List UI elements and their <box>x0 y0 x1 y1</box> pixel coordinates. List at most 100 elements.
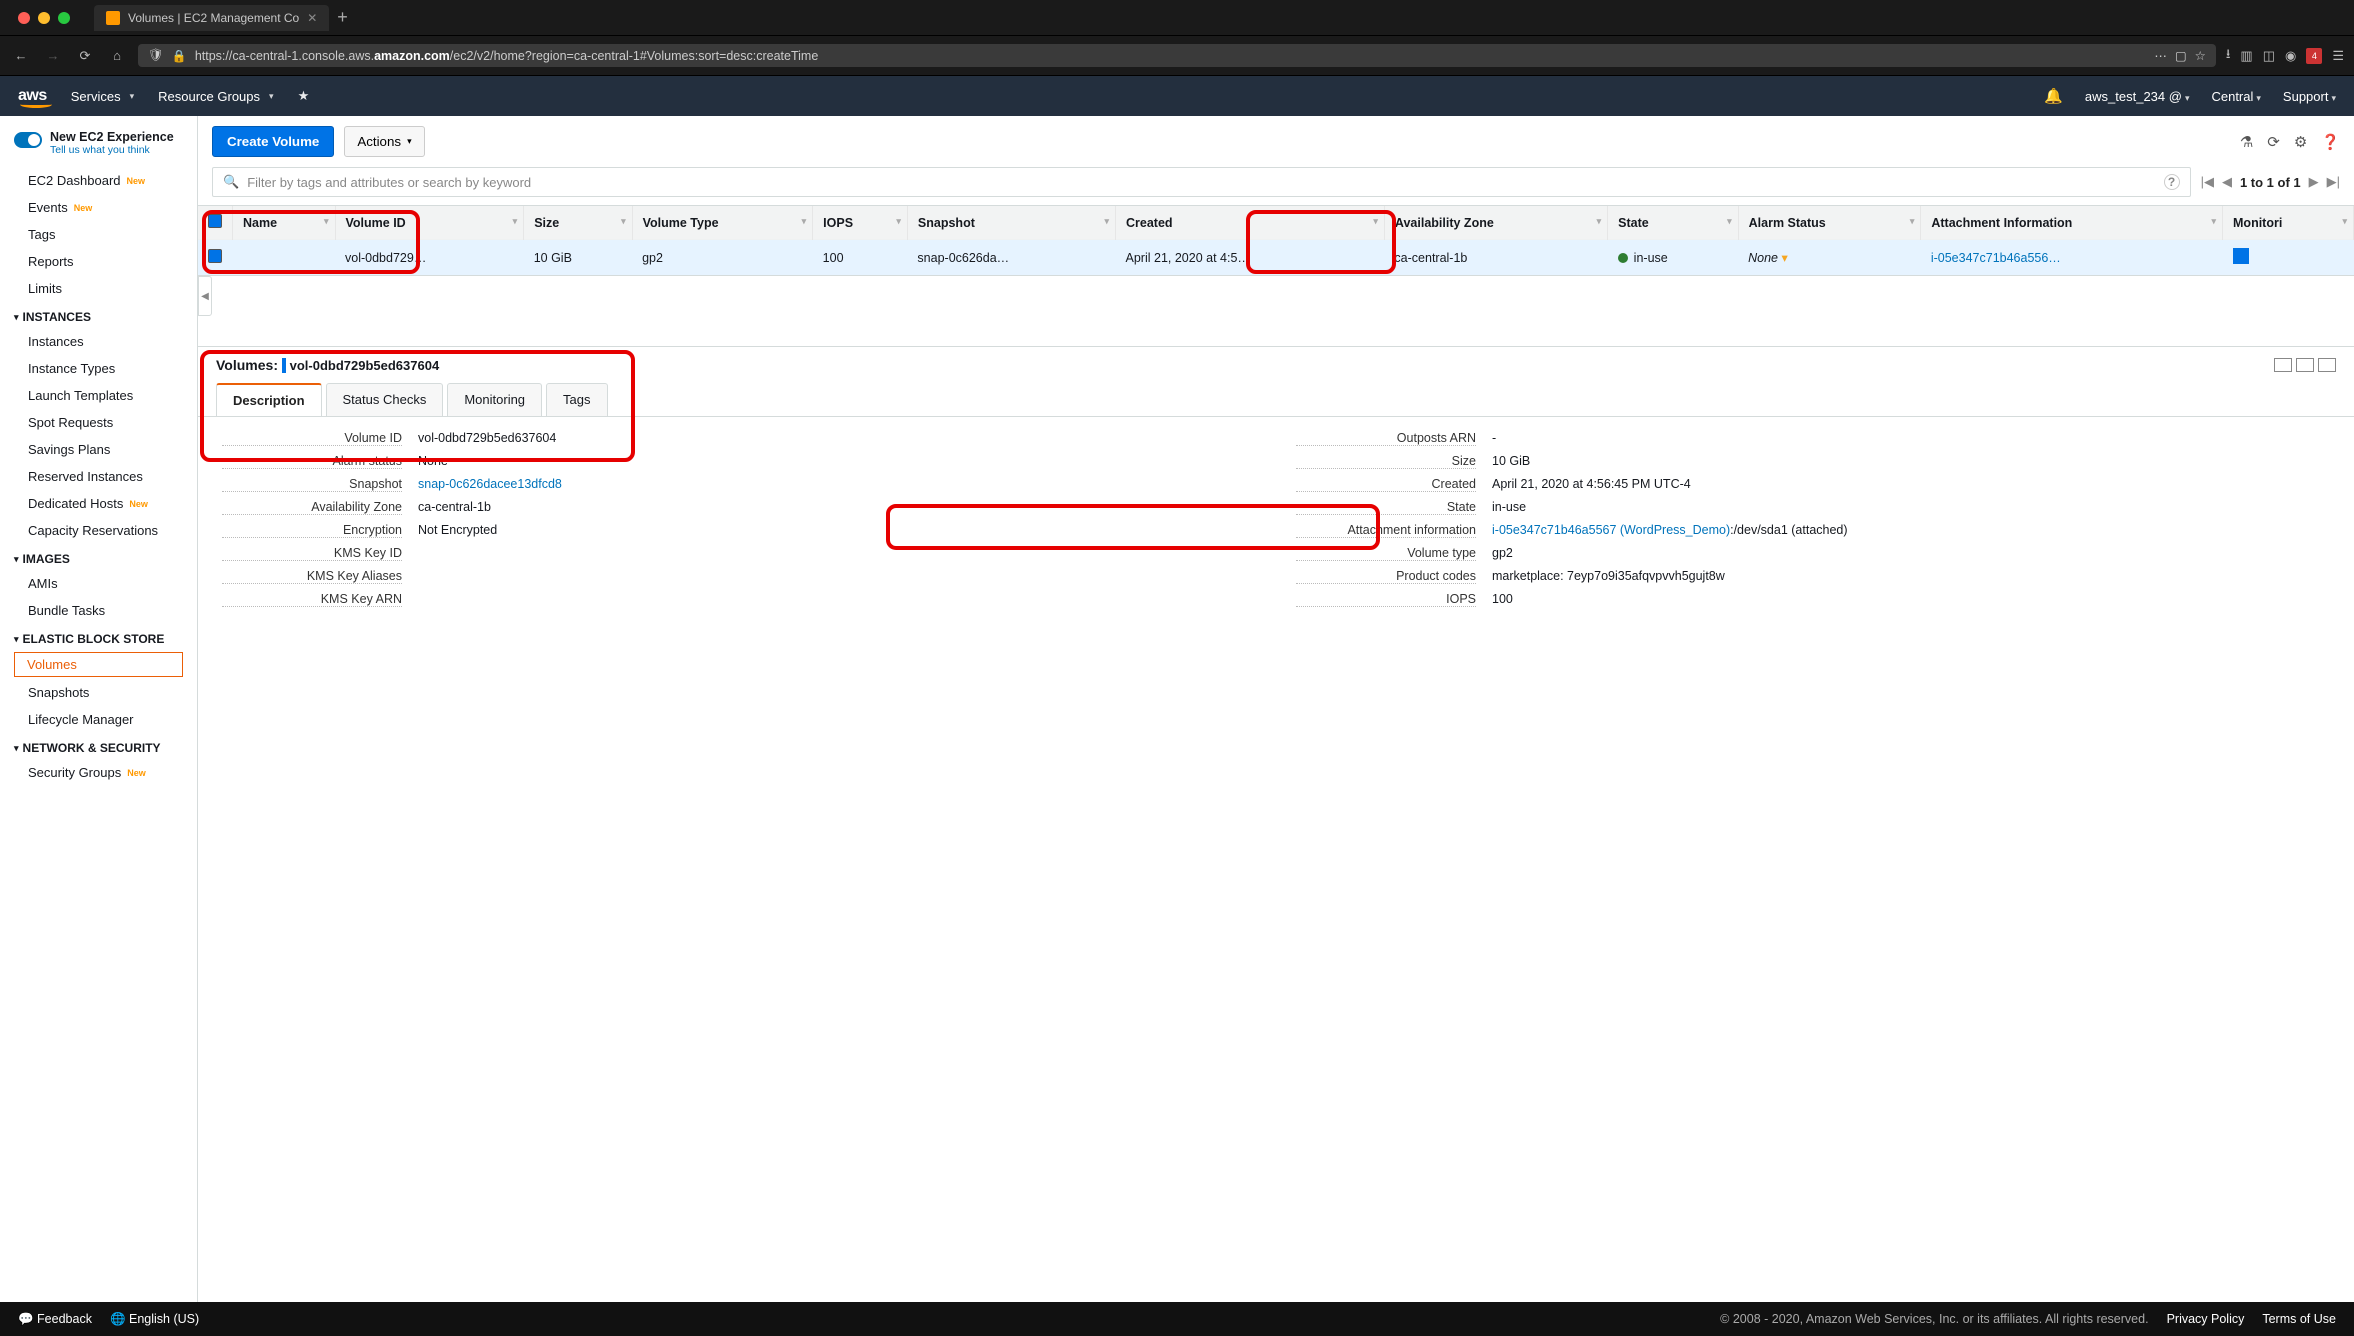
region-menu[interactable]: Central <box>2211 89 2260 104</box>
pin-icon[interactable]: ★ <box>298 88 310 104</box>
sidebar-item[interactable]: Dedicated Hosts New <box>0 490 197 517</box>
sidebar-item[interactable]: Snapshots <box>0 679 197 706</box>
new-experience-toggle[interactable] <box>14 132 42 148</box>
column-header[interactable]: Monitori▾ <box>2223 206 2354 240</box>
sidebar-item[interactable]: Reports <box>0 248 197 275</box>
notifications-icon[interactable]: 🔔 <box>2044 87 2063 105</box>
sidebar-section-header[interactable]: Network & Security <box>0 733 197 759</box>
sidebar-item[interactable]: EC2 Dashboard New <box>0 167 197 194</box>
row-checkbox[interactable] <box>208 249 222 263</box>
sidebar-item[interactable]: Lifecycle Manager <box>0 706 197 733</box>
sidebar-section-header[interactable]: Elastic Block Store <box>0 624 197 650</box>
detail-value: vol-0dbd729b5ed637604 <box>418 431 1256 445</box>
extension-badge-icon[interactable]: 4 <box>2306 48 2322 64</box>
sidebar-collapse-handle[interactable]: ◀ <box>198 276 212 316</box>
detail-tab[interactable]: Monitoring <box>447 383 542 416</box>
layout-icon[interactable] <box>2296 358 2314 372</box>
bookmark-icon[interactable]: ☆ <box>2195 48 2206 63</box>
column-header[interactable]: Name▾ <box>233 206 336 240</box>
sidebar-item[interactable]: Events New <box>0 194 197 221</box>
detail-value: - <box>1492 431 2330 445</box>
page-prev[interactable]: ◀ <box>2222 174 2232 190</box>
detail-tab[interactable]: Status Checks <box>326 383 444 416</box>
downloads-icon[interactable]: ⭳ <box>2226 45 2231 67</box>
create-volume-button[interactable]: Create Volume <box>212 126 334 157</box>
detail-value: 10 GiB <box>1492 454 2330 468</box>
column-header[interactable]: Volume ID▾ <box>335 206 524 240</box>
sidebar-item[interactable]: Tags <box>0 221 197 248</box>
sidebar-item[interactable]: Capacity Reservations <box>0 517 197 544</box>
home-button[interactable]: ⌂ <box>106 48 128 63</box>
privacy-link[interactable]: Privacy Policy <box>2167 1312 2245 1326</box>
sidebar-item[interactable]: Savings Plans <box>0 436 197 463</box>
sidebar-icon[interactable]: ◫ <box>2263 48 2275 64</box>
layout-icon[interactable] <box>2318 358 2336 372</box>
aws-logo[interactable]: aws <box>18 87 47 105</box>
reader-icon[interactable]: ▢ <box>2175 48 2187 63</box>
sidebar-item[interactable]: Reserved Instances <box>0 463 197 490</box>
volume-detail-panel: Volumes: vol-0dbd729b5ed637604 Descripti… <box>198 346 2354 1302</box>
column-header[interactable]: Attachment Information▾ <box>1921 206 2223 240</box>
terms-link[interactable]: Terms of Use <box>2262 1312 2336 1326</box>
column-header[interactable] <box>198 206 233 240</box>
sidebar-item[interactable]: Bundle Tasks <box>0 597 197 624</box>
detail-tab[interactable]: Tags <box>546 383 607 416</box>
column-header[interactable]: Created▾ <box>1116 206 1385 240</box>
feedback-link[interactable]: Tell us what you think <box>50 144 174 156</box>
feedback-link[interactable]: 💬 Feedback <box>18 1312 92 1327</box>
column-header[interactable]: Snapshot▾ <box>907 206 1115 240</box>
column-header[interactable]: Alarm Status▾ <box>1738 206 1921 240</box>
language-selector[interactable]: 🌐 English (US) <box>110 1312 199 1327</box>
sidebar-item[interactable]: Spot Requests <box>0 409 197 436</box>
sidebar-item[interactable]: Instances <box>0 328 197 355</box>
page-next[interactable]: ▶ <box>2309 174 2319 190</box>
column-header[interactable]: State▾ <box>1608 206 1738 240</box>
column-header[interactable]: IOPS▾ <box>813 206 908 240</box>
detail-value: Not Encrypted <box>418 523 1256 537</box>
reload-button[interactable]: ⟳ <box>74 48 96 64</box>
page-first[interactable]: |◀ <box>2201 174 2214 190</box>
column-header[interactable]: Volume Type▾ <box>632 206 813 240</box>
sidebar-item[interactable]: Launch Templates <box>0 382 197 409</box>
sidebar-section-header[interactable]: Images <box>0 544 197 570</box>
detail-key: Snapshot <box>222 477 402 492</box>
browser-tab[interactable]: Volumes | EC2 Management Co ✕ <box>94 5 329 31</box>
column-header[interactable]: Availability Zone▾ <box>1384 206 1607 240</box>
new-tab-button[interactable]: + <box>337 7 348 28</box>
sidebar-item[interactable]: Volumes <box>14 652 183 677</box>
table-row[interactable]: vol-0dbd729…10 GiBgp2100snap-0c626da…Apr… <box>198 240 2354 276</box>
sidebar-section-header[interactable]: Instances <box>0 302 197 328</box>
monitoring-icon[interactable] <box>2233 248 2249 264</box>
account-menu[interactable]: aws_test_234 @ <box>2085 89 2190 104</box>
address-bar[interactable]: 🛡 🔒 https://ca-central-1.console.aws.ama… <box>138 44 2216 67</box>
column-header[interactable]: Size▾ <box>524 206 632 240</box>
resource-groups-menu[interactable]: Resource Groups <box>158 89 273 104</box>
filter-input[interactable]: 🔍 Filter by tags and attributes or searc… <box>212 167 2191 197</box>
library-icon[interactable]: ▥ <box>2240 48 2252 64</box>
back-button[interactable]: ← <box>10 48 32 63</box>
sidebar-item[interactable]: Security Groups New <box>0 759 197 786</box>
detail-value: 100 <box>1492 592 2330 606</box>
close-icon[interactable]: ✕ <box>307 11 317 25</box>
detail-tab[interactable]: Description <box>216 383 322 416</box>
help-icon[interactable]: ❓ <box>2321 133 2340 151</box>
sidebar-item[interactable]: Instance Types <box>0 355 197 382</box>
window-controls[interactable] <box>6 12 82 24</box>
detail-value: i-05e347c71b46a5567 (WordPress_Demo):/de… <box>1492 523 2330 537</box>
refresh-icon[interactable]: ⟳ <box>2267 133 2280 151</box>
menu-icon[interactable]: ☰ <box>2332 48 2344 64</box>
support-menu[interactable]: Support <box>2283 89 2336 104</box>
aws-footer: 💬 Feedback 🌐 English (US) © 2008 - 2020,… <box>0 1302 2354 1336</box>
services-menu[interactable]: Services <box>71 89 134 104</box>
sidebar-item[interactable]: Limits <box>0 275 197 302</box>
flask-icon[interactable]: ⚗ <box>2240 133 2253 151</box>
layout-icon[interactable] <box>2274 358 2292 372</box>
page-last[interactable]: ▶| <box>2327 174 2340 190</box>
settings-icon[interactable]: ⚙ <box>2294 133 2307 151</box>
sidebar-item[interactable]: AMIs <box>0 570 197 597</box>
account-icon[interactable]: ◉ <box>2285 48 2296 64</box>
select-all-checkbox[interactable] <box>208 214 222 228</box>
forward-button[interactable]: → <box>42 48 64 63</box>
actions-menu[interactable]: Actions▾ <box>344 126 424 157</box>
filter-help-icon[interactable]: ? <box>2164 174 2180 190</box>
